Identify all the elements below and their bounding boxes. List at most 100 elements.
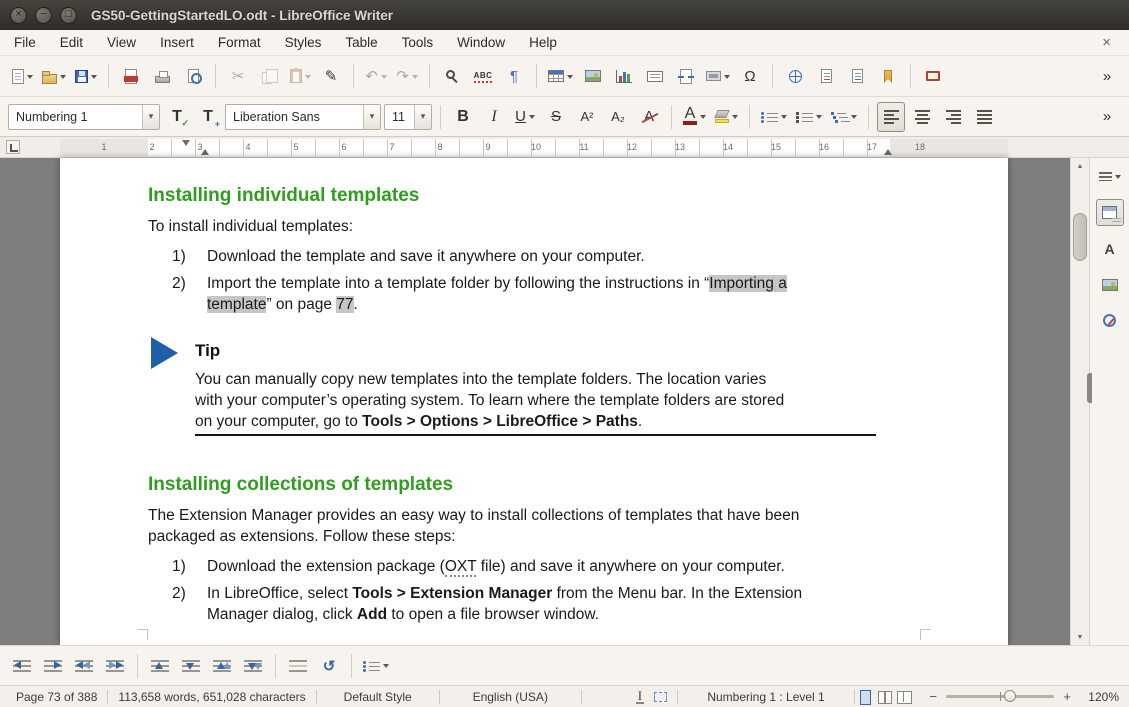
align-justify-button[interactable]	[970, 102, 998, 132]
window-maximize-button[interactable]: □	[60, 7, 77, 24]
menu-file[interactable]: File	[14, 35, 36, 50]
single-page-view-button[interactable]	[858, 690, 871, 704]
menu-tools[interactable]: Tools	[402, 35, 434, 50]
close-document-button[interactable]: ×	[1098, 34, 1115, 51]
insert-chart-button[interactable]	[610, 61, 638, 91]
zoom-percentage[interactable]: 120%	[1081, 690, 1123, 704]
highlight-color-button[interactable]	[712, 102, 741, 132]
sidebar-grip[interactable]	[1087, 373, 1092, 403]
paragraph-style-dropdown-icon[interactable]: ▾	[142, 105, 159, 129]
find-replace-button[interactable]	[438, 61, 466, 91]
outline-list-button[interactable]	[828, 102, 860, 132]
word-count[interactable]: 113,658 words, 651,028 characters	[108, 690, 315, 704]
move-up-with-subpoints-button[interactable]	[208, 651, 236, 681]
font-size-dropdown-icon[interactable]: ▾	[414, 105, 431, 129]
menu-styles[interactable]: Styles	[285, 35, 322, 50]
insert-field-button[interactable]	[703, 61, 733, 91]
move-down-button[interactable]	[177, 651, 205, 681]
document-page[interactable]: Installing individual templates To insta…	[60, 158, 1008, 645]
toolbar-overflow-button[interactable]: »	[1093, 102, 1121, 132]
text-language-selector[interactable]: English (USA)	[440, 690, 581, 704]
menu-window[interactable]: Window	[457, 35, 505, 50]
multi-page-view-button[interactable]	[878, 690, 891, 704]
zoom-out-button[interactable]: −	[927, 689, 939, 704]
open-button[interactable]	[39, 61, 69, 91]
strikethrough-button[interactable]: S	[542, 102, 570, 132]
right-indent-marker[interactable]	[884, 145, 892, 155]
font-name-combo[interactable]: Liberation Sans ▾	[225, 104, 381, 130]
zoom-slider-thumb[interactable]	[1004, 690, 1016, 702]
selection-mode-icon[interactable]	[654, 692, 666, 702]
new-style-button[interactable]: T+	[194, 102, 222, 132]
print-button[interactable]	[148, 61, 176, 91]
vertical-scrollbar[interactable]: ▲ ▼	[1070, 158, 1089, 645]
demote-with-subpoints-button[interactable]	[101, 651, 129, 681]
cross-reference-field[interactable]: Importing a	[709, 275, 787, 292]
italic-button[interactable]: I	[480, 102, 508, 132]
page-number-field[interactable]: 77	[336, 296, 353, 313]
font-color-button[interactable]: A	[680, 102, 709, 132]
update-style-button[interactable]: T✓	[163, 102, 191, 132]
clone-formatting-button[interactable]: ✎	[317, 61, 345, 91]
insert-endnote-button[interactable]	[843, 61, 871, 91]
menu-edit[interactable]: Edit	[60, 35, 83, 50]
menu-format[interactable]: Format	[218, 35, 261, 50]
paragraph-style-combo[interactable]: Numbering 1 ▾	[8, 104, 160, 130]
cut-button[interactable]: ✂	[224, 61, 252, 91]
menu-view[interactable]: View	[107, 35, 136, 50]
font-size-combo[interactable]: 11 ▾	[384, 104, 432, 130]
export-pdf-button[interactable]	[117, 61, 145, 91]
new-document-button[interactable]	[8, 61, 36, 91]
move-down-with-subpoints-button[interactable]	[239, 651, 267, 681]
insert-comment-button[interactable]	[919, 61, 947, 91]
insert-unnumbered-entry-button[interactable]	[284, 651, 312, 681]
insert-image-button[interactable]	[579, 61, 607, 91]
sidebar-tab-properties[interactable]	[1096, 199, 1124, 226]
align-left-button[interactable]	[877, 102, 905, 132]
redo-button[interactable]: ↷	[393, 61, 421, 91]
superscript-button[interactable]: A²	[573, 102, 601, 132]
toolbar-overflow-button[interactable]: »	[1093, 61, 1121, 91]
insert-pagebreak-button[interactable]	[672, 61, 700, 91]
first-line-indent-marker[interactable]	[182, 140, 190, 150]
zoom-slider[interactable]	[946, 695, 1054, 698]
paste-button[interactable]	[286, 61, 314, 91]
menu-insert[interactable]: Insert	[160, 35, 194, 50]
sidebar-tab-navigator[interactable]	[1096, 307, 1124, 334]
align-right-button[interactable]	[939, 102, 967, 132]
ruler-strip[interactable]: 1 2 3 4 5 6 7 8 9 10 11 12 13 14 15 16 1…	[60, 139, 1008, 156]
insert-hyperlink-button[interactable]	[781, 61, 809, 91]
sidebar-tab-gallery[interactable]	[1096, 271, 1124, 298]
move-up-button[interactable]	[146, 651, 174, 681]
insert-bookmark-button[interactable]	[874, 61, 902, 91]
subscript-button[interactable]: A₂	[604, 102, 632, 132]
scrollbar-thumb[interactable]	[1073, 213, 1087, 261]
page-count[interactable]: Page 73 of 388	[6, 690, 107, 704]
insert-footnote-button[interactable]	[812, 61, 840, 91]
document-content[interactable]: Installing individual templates To insta…	[60, 158, 1008, 625]
insert-mode-indicator[interactable]: I	[636, 689, 644, 704]
titlebar[interactable]: × − □ GS50-GettingStartedLO.odt - LibreO…	[0, 0, 1129, 30]
formatting-marks-button[interactable]: ¶	[500, 61, 528, 91]
numbering-button[interactable]	[793, 102, 825, 132]
demote-outline-level-button[interactable]	[39, 651, 67, 681]
menu-table[interactable]: Table	[345, 35, 377, 50]
scroll-down-button[interactable]: ▼	[1071, 629, 1089, 645]
outline-level-indicator[interactable]: Numbering 1 : Level 1	[678, 690, 855, 704]
undo-button[interactable]: ↶	[362, 61, 390, 91]
insert-table-button[interactable]	[545, 61, 576, 91]
window-minimize-button[interactable]: −	[35, 7, 52, 24]
underline-button[interactable]: U	[511, 102, 539, 132]
restart-numbering-button[interactable]: ↺	[315, 651, 343, 681]
tab-stop-selector[interactable]	[6, 140, 20, 154]
spelling-button[interactable]: ABC	[469, 61, 497, 91]
clear-formatting-button[interactable]: A	[635, 102, 663, 132]
bullets-button[interactable]	[758, 102, 790, 132]
save-button[interactable]	[72, 61, 100, 91]
left-indent-marker[interactable]	[201, 145, 209, 155]
cross-reference-field[interactable]: template	[207, 296, 266, 313]
page-style-selector[interactable]: Default Style	[317, 690, 439, 704]
menu-help[interactable]: Help	[529, 35, 557, 50]
copy-button[interactable]	[255, 61, 283, 91]
bold-button[interactable]: B	[449, 102, 477, 132]
